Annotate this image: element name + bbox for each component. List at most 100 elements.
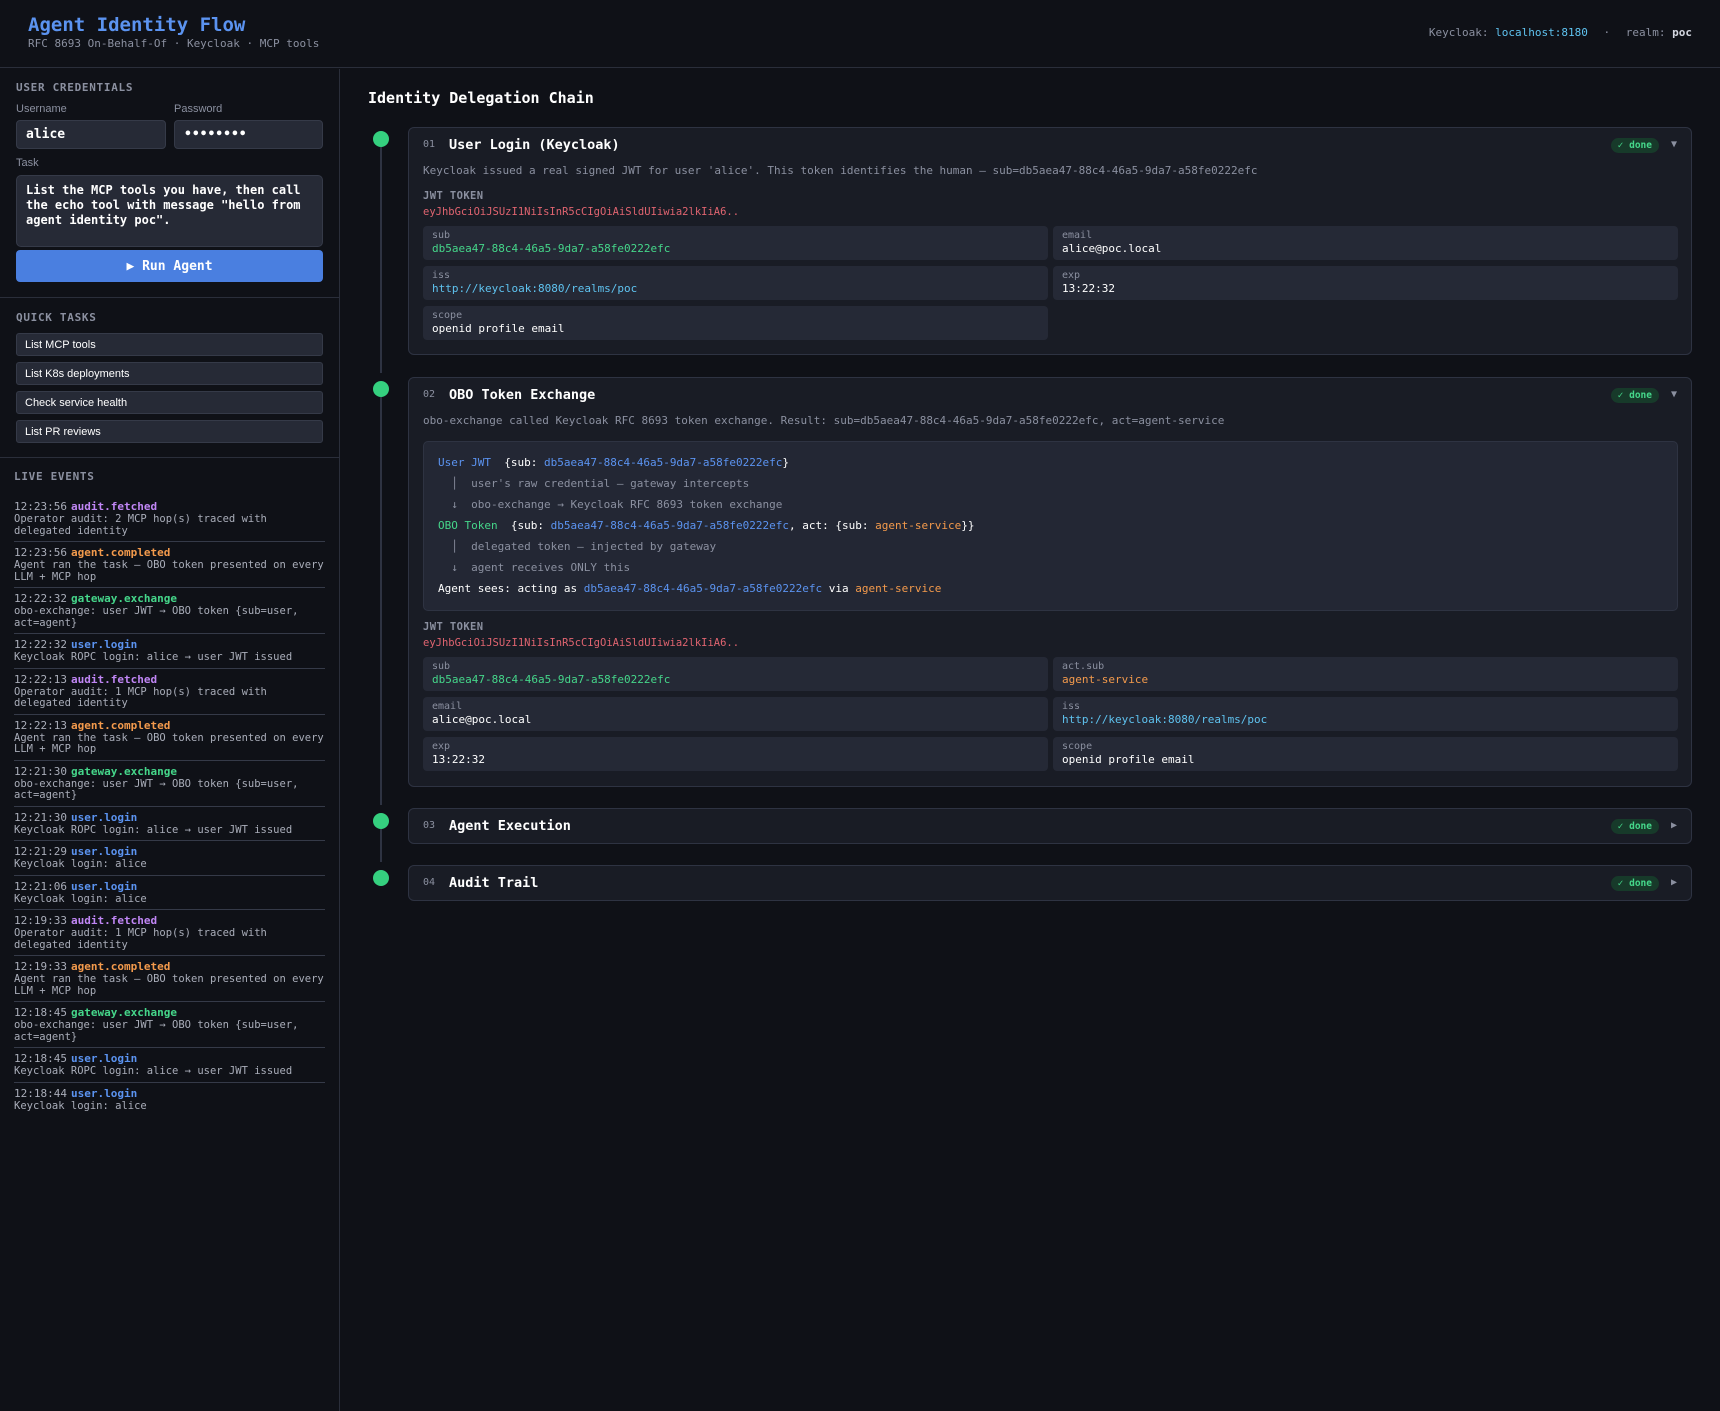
claim-value: http://keycloak:8080/realms/poc xyxy=(1062,713,1268,726)
agent-sees-via: via xyxy=(822,582,856,595)
username-input[interactable]: alice xyxy=(16,120,166,149)
event-item: 12:18:45 user.login Keycloak ROPC login: a… xyxy=(14,1048,325,1083)
quick-tasks-section-label: QUICK TASKS xyxy=(16,311,97,324)
event-time: 12:21:06 xyxy=(14,879,67,893)
event-desc: Operator audit: 2 MCP hop(s) traced with… xyxy=(14,513,267,537)
sidebar-divider xyxy=(0,457,340,458)
step-title[interactable]: User Login (Keycloak) xyxy=(449,137,620,153)
claim-value: openid profile email xyxy=(1062,753,1195,766)
keycloak-host: localhost:8180 xyxy=(1495,26,1588,39)
event-desc: Operator audit: 1 MCP hop(s) traced with… xyxy=(14,685,267,709)
obo-token-label: OBO Token xyxy=(438,519,498,532)
step-status-dot xyxy=(373,870,389,886)
step-title[interactable]: Agent Execution xyxy=(449,818,571,834)
event-type: agent.completed xyxy=(70,960,171,973)
event-item: 12:23:56 agent.completed Agent ran the tas… xyxy=(14,542,325,588)
agent-sees-actor: agent-service xyxy=(855,582,942,595)
status-badge: ✓ done xyxy=(1610,388,1659,403)
quick-task-list-pr-reviews[interactable]: List PR reviews xyxy=(16,420,323,443)
arrow-down-icon: ↓ xyxy=(451,561,458,574)
event-item: 12:19:33 agent.completed Agent ran the tas… xyxy=(14,956,325,1002)
password-input[interactable]: •••••••• xyxy=(174,120,323,149)
claim-value: db5aea47-88c4-46a5-9da7-a58fe0222efc xyxy=(432,673,671,686)
event-type: user.login xyxy=(70,810,138,824)
status-badge: ✓ done xyxy=(1610,819,1659,834)
claim-value: alice@poc.local xyxy=(432,713,532,726)
event-time: 12:23:56 xyxy=(14,546,67,559)
event-time: 12:19:33 xyxy=(14,914,67,927)
timeline-connector xyxy=(380,397,382,805)
quick-task-check-service-health[interactable]: Check service health xyxy=(16,391,323,414)
quick-task-list-k8s-deployments[interactable]: List K8s deployments xyxy=(16,362,323,385)
event-type: agent.completed xyxy=(70,546,171,559)
event-type: audit.fetched xyxy=(70,914,158,927)
event-type: audit.fetched xyxy=(70,500,158,513)
event-desc: Agent ran the task — OBO token presented… xyxy=(14,731,324,755)
delegation-chain-box: User JWT {sub: db5aea47-88c4-46a5-9da7-a… xyxy=(423,441,1678,611)
claim-value: db5aea47-88c4-46a5-9da7-a58fe0222efc xyxy=(432,242,671,255)
event-item: 12:21:30 user.login Keycloak ROPC login: a… xyxy=(14,807,325,841)
step-number: 04 xyxy=(423,877,436,888)
username-label: Username xyxy=(16,103,67,115)
task-textarea[interactable]: List the MCP tools you have, then call t… xyxy=(16,175,323,247)
event-time: 12:22:13 xyxy=(14,672,67,686)
step-title[interactable]: Audit Trail xyxy=(449,875,538,891)
event-type: user.login xyxy=(70,1052,138,1065)
step-card-agent-execution[interactable]: 03 Agent Execution ✓ done ▶ xyxy=(408,808,1692,844)
event-type: gateway.exchange xyxy=(70,1006,177,1019)
chevron-right-icon[interactable]: ▶ xyxy=(1671,877,1677,888)
chevron-down-icon[interactable]: ▼ xyxy=(1671,139,1677,150)
act-open: , act: {sub: xyxy=(789,519,876,532)
event-item: 12:21:30 gateway.exchange obo-exchange: us… xyxy=(14,761,325,807)
live-events-section-label: LIVE EVENTS xyxy=(14,470,95,483)
chain-note: user's raw credential — gateway intercep… xyxy=(471,477,750,490)
event-time: 12:21:30 xyxy=(14,764,67,778)
event-item: 12:18:45 gateway.exchange obo-exchange: us… xyxy=(14,1002,325,1048)
claim-value: 13:22:32 xyxy=(1062,282,1115,295)
event-time: 12:23:56 xyxy=(14,500,67,513)
claim-key: iss xyxy=(432,270,451,281)
step-card-user-login: 01 User Login (Keycloak) ✓ done ▼ Keyclo… xyxy=(408,127,1692,355)
chain-obo-token-row: OBO Token {sub: db5aea47-88c4-46a5-9da7-… xyxy=(438,519,974,532)
event-time: 12:19:33 xyxy=(14,960,67,973)
agent-sees-row: Agent sees: acting as db5aea47-88c4-46a5… xyxy=(438,582,941,595)
event-time: 12:21:30 xyxy=(14,810,67,824)
separator-dot: · xyxy=(1603,26,1611,39)
app-header: Agent Identity Flow RFC 8693 On-Behalf-O… xyxy=(0,0,1720,68)
claim-scope: scope openid profile email xyxy=(1053,737,1678,771)
step-status-dot xyxy=(373,131,389,147)
event-desc: Keycloak login: alice xyxy=(14,892,147,905)
claim-key: iss xyxy=(1062,701,1081,712)
app-title: Agent Identity Flow xyxy=(28,14,246,36)
brace-open: {sub: xyxy=(504,456,544,469)
status-badge: ✓ done xyxy=(1610,138,1659,153)
step-status-dot xyxy=(373,813,389,829)
brace-open: {sub: xyxy=(510,519,551,532)
jwt-token-value: eyJhbGciOiJSUzI1NiIsInR5cCIgOiAiSldUIiwi… xyxy=(423,637,740,649)
event-desc: obo-exchange: user JWT → OBO token {sub=… xyxy=(14,1019,299,1043)
event-time: 12:18:44 xyxy=(14,1086,67,1100)
step-description: Keycloak issued a real signed JWT for us… xyxy=(423,164,1258,177)
run-agent-button[interactable]: ▶ Run Agent xyxy=(16,250,323,282)
claim-act-sub: act.sub agent-service xyxy=(1053,657,1678,691)
event-time: 12:18:45 xyxy=(14,1006,67,1019)
event-desc: obo-exchange: user JWT → OBO token {sub=… xyxy=(14,605,299,629)
claim-exp: exp 13:22:32 xyxy=(423,737,1048,771)
quick-task-list-mcp-tools[interactable]: List MCP tools xyxy=(16,333,323,356)
chevron-right-icon[interactable]: ▶ xyxy=(1671,820,1677,831)
step-card-audit-trail[interactable]: 04 Audit Trail ✓ done ▶ xyxy=(408,865,1692,901)
event-type: gateway.exchange xyxy=(70,592,177,605)
claim-key: exp xyxy=(432,741,451,752)
event-type: agent.completed xyxy=(70,718,171,732)
claim-exp: exp 13:22:32 xyxy=(1053,266,1678,300)
event-type: gateway.exchange xyxy=(70,764,177,778)
claim-value: agent-service xyxy=(1062,673,1149,686)
event-time: 12:21:29 xyxy=(14,845,67,858)
claim-key: email xyxy=(432,701,463,712)
claim-value: openid profile email xyxy=(432,322,565,335)
brace-close: }} xyxy=(961,519,975,532)
event-item: 12:22:13 audit.fetched Operator audit: 1 M… xyxy=(14,669,325,715)
chevron-down-icon[interactable]: ▼ xyxy=(1671,389,1677,400)
step-title[interactable]: OBO Token Exchange xyxy=(449,387,595,403)
live-events-list: 12:23:56 audit.fetched Operator audit: 2 M… xyxy=(14,496,325,1116)
